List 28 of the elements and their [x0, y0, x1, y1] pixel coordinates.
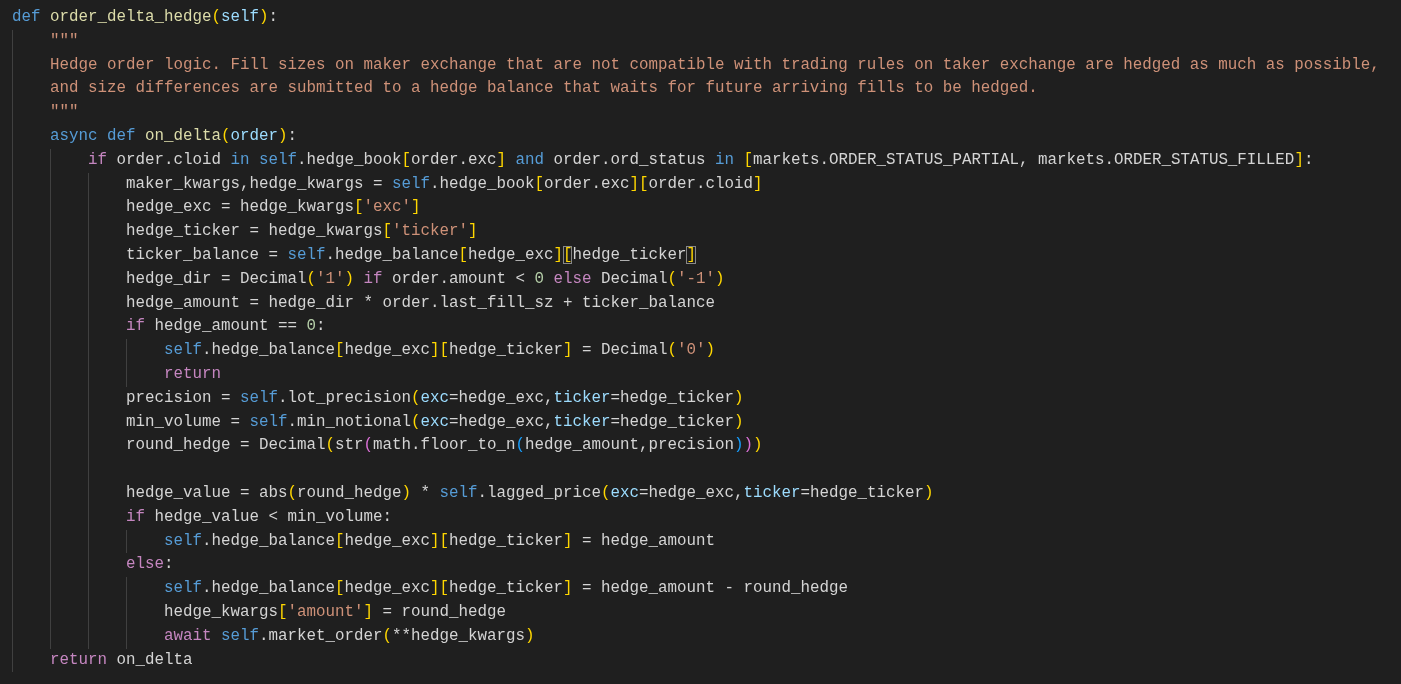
code-line: hedge_value = abs(round_hedge) * self.lagged_price(exc=hedge_exc,ticker=hedge_ticker) [126, 482, 934, 504]
code-line: if order.cloid in self.hedge_book[order.exc] and order.ord_status in [markets.ORDER_STATUS_PARTIAL, markets.ORDER_STATUS_FILLED]: [88, 149, 1314, 171]
code-line: precision = self.lot_precision(exc=hedge_exc,ticker=hedge_ticker) [126, 387, 744, 409]
code-line: return [164, 363, 221, 385]
code-line: if hedge_amount == 0: [126, 316, 326, 338]
code-line: ticker_balance = self.hedge_balance[hedge_exc][hedge_ticker] [126, 244, 696, 266]
code-line: else: [126, 554, 174, 576]
code-line: round_hedge = Decimal(str(math.floor_to_n(hedge_amount,precision))) [126, 435, 763, 457]
code-line: async def on_delta(order): [50, 126, 297, 147]
code-line: and size differences are submitted to a hedge balance that waits for future arriving fills to be hedged. [50, 78, 1038, 100]
indent-guide [126, 529, 127, 554]
code-line: hedge_amount = hedge_dir * order.last_fill_sz + ticker_balance [126, 292, 715, 314]
code-line: hedge_ticker = hedge_kwargs['ticker'] [126, 221, 478, 243]
code-line: def order_delta_hedge(self): [12, 7, 278, 28]
code-line: """ [50, 102, 79, 124]
code-line: if hedge_value < min_volume: [126, 506, 392, 528]
code-line: hedge_kwargs['amount'] = round_hedge [164, 601, 506, 623]
code-line: await self.market_order(**hedge_kwargs) [164, 625, 535, 647]
code-line: maker_kwargs,hedge_kwargs = self.hedge_book[order.exc][order.cloid] [126, 173, 763, 195]
code-line: return on_delta [50, 649, 193, 671]
code-line: min_volume = self.min_notional(exc=hedge_exc,ticker=hedge_ticker) [126, 411, 744, 433]
code-line: hedge_exc = hedge_kwargs['exc'] [126, 197, 421, 219]
code-line: self.hedge_balance[hedge_exc][hedge_ticker] = hedge_amount [164, 530, 715, 552]
code-line: Hedge order logic. Fill sizes on maker exchange that are not compatible with trading rules on taker exchange are hedged as much as possible, [50, 54, 1380, 76]
code-line: self.hedge_balance[hedge_exc][hedge_ticker] = hedge_amount - round_hedge [164, 578, 848, 600]
code-line: """ [50, 30, 79, 52]
code-line: hedge_dir = Decimal('1') if order.amount < 0 else Decimal('-1') [126, 268, 725, 290]
code-line: self.hedge_balance[hedge_exc][hedge_ticker] = Decimal('0') [164, 340, 715, 362]
